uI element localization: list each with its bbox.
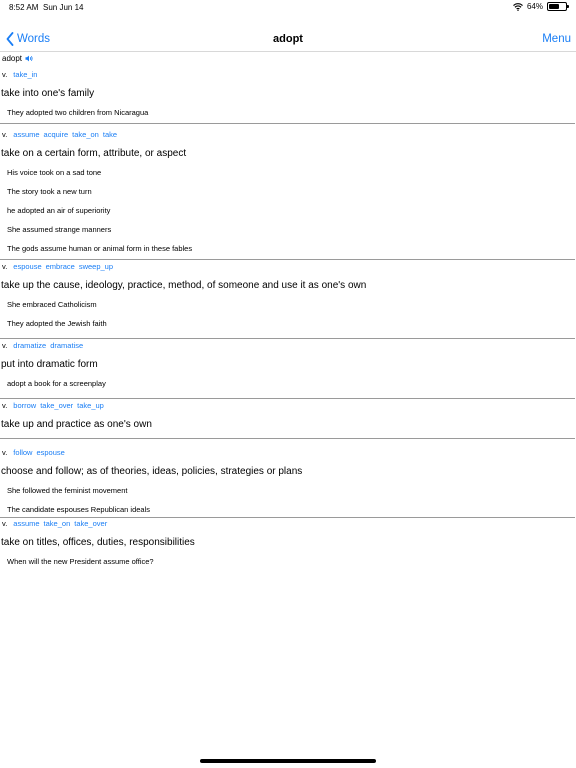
part-of-speech: v. — [2, 448, 8, 457]
example-sentence: They adopted two children from Nicaragua — [7, 108, 149, 117]
word-header: adopt — [2, 54, 33, 63]
synonym-link[interactable]: espouse — [36, 448, 64, 457]
pos-line: v. take_in — [2, 70, 41, 79]
navigation-bar: Words adopt Menu — [0, 28, 576, 52]
synonym-link[interactable]: sweep_up — [79, 262, 113, 271]
battery-percent: 64% — [526, 2, 543, 11]
synonym-link[interactable]: take_over — [74, 519, 107, 528]
section-divider — [0, 259, 575, 260]
example-sentence: adopt a book for a screenplay — [7, 379, 106, 388]
synonym-link[interactable]: take_on — [44, 519, 71, 528]
status-date: Sun Jun 14 — [43, 3, 84, 12]
part-of-speech: v. — [2, 519, 8, 528]
synonym-link[interactable]: borrow — [13, 401, 36, 410]
synonym-link[interactable]: take_up — [77, 401, 104, 410]
section-divider — [0, 517, 575, 518]
headword: adopt — [2, 54, 23, 63]
synonym-link[interactable]: follow — [13, 448, 32, 457]
synonym-link[interactable]: dramatize — [13, 341, 46, 350]
wifi-icon — [513, 2, 523, 11]
status-time: 8:52 AM — [9, 3, 39, 12]
definition-text: take up and practice as one's own — [1, 419, 152, 430]
example-sentence: he adopted an air of superiority — [7, 206, 111, 215]
definition-text: put into dramatic form — [1, 359, 98, 370]
example-sentence: When will the new President assume offic… — [7, 557, 154, 566]
synonym-link[interactable]: take — [103, 130, 117, 139]
battery-fill — [549, 4, 560, 9]
pos-line: v. assume acquire take_on take — [2, 130, 121, 139]
pos-line: v. assume take_on take_over — [2, 519, 111, 528]
example-sentence: The story took a new turn — [7, 187, 92, 196]
pos-line: v. espouse embrace sweep_up — [2, 262, 117, 271]
synonym-link[interactable]: assume — [13, 519, 39, 528]
example-sentence: She embraced Catholicism — [7, 300, 97, 309]
pos-line: v. dramatize dramatise — [2, 341, 87, 350]
example-sentence: The candidate espouses Republican ideals — [7, 505, 151, 514]
synonym-link[interactable]: acquire — [44, 130, 69, 139]
example-sentence: His voice took on a sad tone — [7, 168, 102, 177]
status-indicators: 64% — [513, 2, 569, 11]
definition-text: take into one's family — [1, 88, 95, 99]
example-sentence: The gods assume human or animal form in … — [7, 244, 193, 253]
part-of-speech: v. — [2, 341, 8, 350]
synonym-link[interactable]: dramatise — [50, 341, 83, 350]
synonym-link[interactable]: assume — [13, 130, 39, 139]
synonym-link[interactable]: take_on — [72, 130, 99, 139]
synonym-link[interactable]: embrace — [46, 262, 75, 271]
battery-icon — [547, 2, 569, 11]
part-of-speech: v. — [2, 262, 8, 271]
page-title: adopt — [273, 33, 303, 45]
status-bar: 8:52 AM Sun Jun 14 64% — [0, 0, 576, 16]
example-sentence: They adopted the Jewish faith — [7, 319, 107, 328]
definition-text: take up the cause, ideology, practice, m… — [1, 280, 367, 291]
definition-text: take on titles, offices, duties, respons… — [1, 537, 195, 548]
section-divider — [0, 123, 575, 124]
pos-line: v. borrow take_over take_up — [2, 401, 108, 410]
synonym-link[interactable]: take_in — [13, 70, 37, 79]
menu-button[interactable]: Menu — [542, 33, 571, 45]
part-of-speech: v. — [2, 401, 8, 410]
speaker-icon[interactable] — [25, 55, 33, 62]
home-indicator — [200, 759, 376, 763]
synonym-link[interactable]: espouse — [13, 262, 41, 271]
definition-text: take on a certain form, attribute, or as… — [1, 148, 187, 159]
part-of-speech: v. — [2, 70, 8, 79]
section-divider — [0, 398, 575, 399]
section-divider — [0, 338, 575, 339]
part-of-speech: v. — [2, 130, 8, 139]
section-divider — [0, 438, 575, 439]
example-sentence: She followed the feminist movement — [7, 486, 128, 495]
synonym-link[interactable]: take_over — [40, 401, 73, 410]
example-sentence: She assumed strange manners — [7, 225, 112, 234]
pos-line: v. follow espouse — [2, 448, 69, 457]
definition-text: choose and follow; as of theories, ideas… — [1, 466, 303, 477]
